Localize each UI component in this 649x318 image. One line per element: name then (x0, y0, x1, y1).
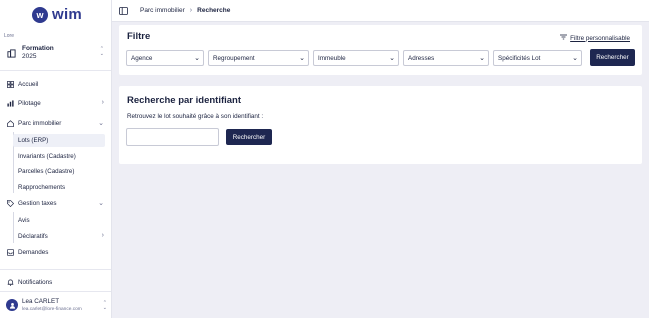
sidebar-subitem-lots[interactable]: Lots (ERP) (13, 134, 105, 147)
bell-icon (6, 279, 14, 287)
select-value: Regroupement (213, 54, 255, 62)
sidebar-item-label: Parc immobilier (18, 120, 62, 127)
sidebar-item-gestion-taxes[interactable]: Gestion taxes ⌄ (6, 197, 106, 210)
grid-icon (6, 81, 14, 89)
custom-filter-link[interactable]: Filtre personnalisable (560, 34, 630, 42)
sidebar-item-label: Notifications (18, 279, 53, 286)
select-specificites-lot[interactable]: Spécificités Lot ⌄ (493, 50, 582, 66)
sidebar: w wim Lore Formation 2025 ⌃ ⌄ Accueil Pil… (0, 0, 112, 318)
id-search-input[interactable] (126, 128, 219, 146)
id-search-button[interactable]: Rechercher (226, 129, 272, 145)
building-icon (6, 48, 16, 58)
divider (0, 291, 111, 292)
sidebar-item-parc[interactable]: Parc immobilier ⌄ (6, 117, 106, 130)
select-value: Spécificités Lot (498, 54, 541, 62)
org-selector[interactable]: Formation 2025 ⌃ ⌄ (6, 42, 106, 64)
user-email: lea.carlet@lore-finance.com (22, 306, 82, 312)
breadcrumb-current: Recherche (197, 7, 231, 14)
sidebar-item-notifications[interactable]: Notifications (6, 276, 106, 289)
filter-card: Filtre Filtre personnalisable Agence ⌄ R… (119, 25, 642, 75)
select-regroupement[interactable]: Regroupement ⌄ (208, 50, 309, 66)
filter-title: Filtre (127, 31, 151, 42)
id-search-description: Retrouvez le lot souhaité grâce à son id… (127, 113, 264, 120)
sidebar-item-label: Accueil (18, 81, 39, 88)
topbar: Parc immobilier › Recherche (112, 0, 649, 22)
sidebar-item-pilotage[interactable]: Pilotage › (6, 97, 106, 110)
avatar (6, 299, 18, 311)
chevron-right-icon: › (189, 7, 193, 14)
logo-mark: w (32, 6, 48, 23)
sidebar-subitem-avis[interactable]: Avis (13, 214, 105, 227)
chevron-down-icon: ⌄ (98, 200, 104, 207)
chevron-down-icon: ⌄ (479, 55, 485, 62)
chevron-down-icon: ⌄ (572, 55, 578, 62)
select-value: Adresses (408, 54, 435, 62)
select-agence[interactable]: Agence ⌄ (126, 50, 204, 66)
id-search-title: Recherche par identifiant (127, 95, 242, 106)
user-name: Lea CARLET (22, 297, 60, 305)
sidebar-item-label: Déclaratifs (18, 233, 48, 240)
chevron-down-icon: ⌄ (194, 55, 200, 62)
divider (0, 70, 111, 71)
user-menu[interactable]: Lea CARLET lea.carlet@lore-finance.com ⌃… (6, 295, 108, 315)
divider (0, 269, 111, 270)
custom-filter-label: Filtre personnalisable (570, 34, 630, 42)
bar-chart-icon (6, 100, 14, 108)
chevron-updown-icon: ⌃ ⌄ (99, 46, 104, 57)
org-name: Formation (22, 45, 54, 52)
filter-search-button[interactable]: Rechercher (590, 49, 635, 66)
chevron-down-icon: ⌄ (299, 55, 305, 62)
sidebar-subitem-parcelles[interactable]: Parcelles (Cadastre) (13, 165, 105, 178)
org-label: Lore (4, 33, 15, 39)
inbox-icon (6, 249, 14, 257)
filter-icon (560, 34, 568, 42)
tag-icon (6, 200, 14, 208)
id-search-card: Recherche par identifiant Retrouvez le l… (119, 86, 642, 164)
chevron-right-icon: › (101, 99, 104, 106)
chevron-down-icon: ⌄ (98, 120, 104, 127)
sidebar-subitem-rapprochements[interactable]: Rapprochements (13, 181, 105, 194)
logo[interactable]: w wim (32, 6, 82, 23)
select-value: Agence (131, 54, 153, 62)
chevron-right-icon: › (101, 232, 104, 239)
org-year: 2025 (22, 53, 37, 60)
logo-text: wim (52, 6, 83, 23)
sidebar-item-label: Pilotage (18, 100, 41, 107)
select-value: Immeuble (318, 54, 346, 62)
breadcrumb-parent[interactable]: Parc immobilier (140, 7, 185, 14)
sidebar-toggle-icon[interactable] (119, 6, 128, 15)
select-immeuble[interactable]: Immeuble ⌄ (313, 50, 399, 66)
sidebar-item-label: Gestion taxes (18, 200, 57, 207)
sidebar-item-accueil[interactable]: Accueil (6, 78, 106, 91)
sidebar-item-label: Demandes (18, 249, 49, 256)
select-adresses[interactable]: Adresses ⌄ (403, 50, 489, 66)
chevron-updown-icon: ⌃ ⌄ (102, 300, 107, 311)
sidebar-subitem-declaratifs[interactable]: Déclaratifs › (13, 230, 106, 243)
sidebar-item-demandes[interactable]: Demandes (6, 246, 106, 259)
home-icon (6, 120, 14, 128)
sidebar-subitem-invariants[interactable]: Invariants (Cadastre) (13, 150, 105, 163)
chevron-down-icon: ⌄ (389, 55, 395, 62)
